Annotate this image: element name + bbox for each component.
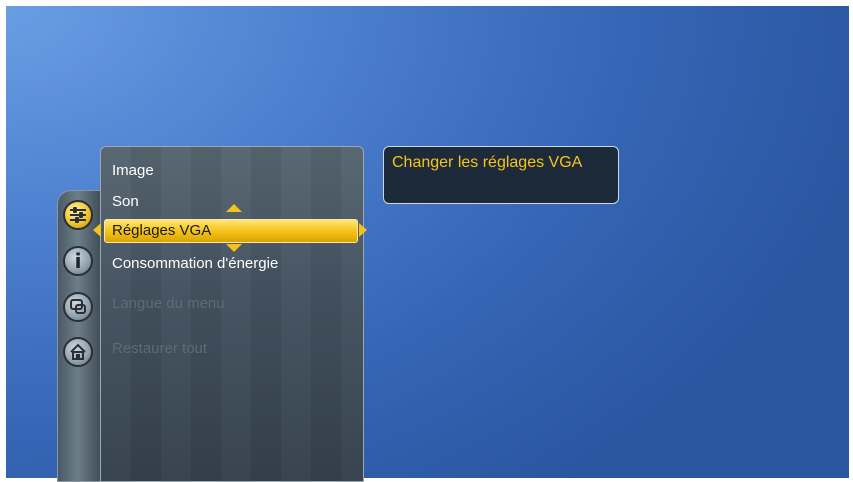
arrow-left-icon: [93, 223, 101, 237]
home-icon[interactable]: [63, 337, 93, 367]
arrow-up-icon: [226, 204, 242, 212]
arrow-right-icon: [359, 223, 367, 237]
menu-item-langue: Langue du menu: [112, 295, 225, 312]
info-icon[interactable]: i: [63, 246, 93, 276]
help-description-box: Changer les réglages VGA: [383, 146, 619, 204]
info-glyph: i: [74, 249, 82, 273]
help-text: Changer les réglages VGA: [392, 154, 583, 171]
language-icon[interactable]: [63, 292, 93, 322]
arrow-down-icon: [226, 244, 242, 252]
menu-item-restaurer: Restaurer tout: [112, 340, 208, 357]
settings-icon[interactable]: [63, 200, 93, 230]
menu-item-son[interactable]: Son: [112, 191, 139, 213]
menu-item-image[interactable]: Image: [112, 160, 154, 182]
menu-item-consommation[interactable]: Consommation d'énergie: [112, 253, 278, 275]
menu-item-reglages-vga[interactable]: Réglages VGA: [104, 219, 358, 243]
